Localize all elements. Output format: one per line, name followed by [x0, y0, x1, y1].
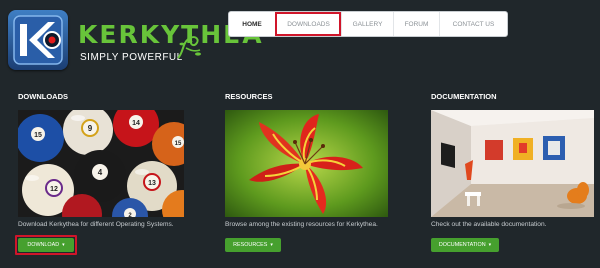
downloads-heading: DOWNLOADS — [18, 92, 68, 101]
ball-number: 4 — [98, 168, 103, 177]
ball-number: 15 — [175, 141, 182, 147]
download-button[interactable]: DOWNLOAD ▾ — [15, 235, 77, 255]
documentation-heading: DOCUMENTATION — [431, 92, 497, 101]
billiard-balls-image[interactable]: 15 9 14 4 12 13 2 15 — [18, 110, 184, 217]
vine-swirl-icon — [177, 36, 201, 59]
flower-illustration — [225, 110, 388, 217]
logo-tagline: SIMPLY POWERFUL — [80, 52, 183, 63]
kerkythea-logo-icon — [8, 10, 68, 70]
ball-number: 9 — [88, 124, 93, 133]
resources-section: RESOURCES Browse among the existing reso… — [225, 92, 393, 268]
resources-button[interactable]: RESOURCES ▾ — [225, 238, 281, 252]
main-nav: HOME DOWNLOADS GALLERY FORUM CONTACT US — [228, 11, 508, 37]
gallery-room-illustration — [431, 110, 594, 217]
download-button-label: DOWNLOAD — [27, 242, 60, 248]
ball-number: 12 — [50, 186, 58, 193]
resources-heading: RESOURCES — [225, 92, 273, 101]
caret-down-icon: ▾ — [62, 242, 65, 248]
caret-down-icon: ▾ — [270, 242, 273, 248]
nav-gallery[interactable]: GALLERY — [341, 12, 393, 36]
documentation-button[interactable]: DOCUMENTATION ▾ — [431, 238, 499, 252]
ball-number: 14 — [132, 120, 140, 127]
caret-down-icon: ▾ — [488, 242, 492, 248]
billiard-balls-illustration: 15 9 14 4 12 13 2 15 — [18, 110, 184, 217]
flower-image[interactable] — [225, 110, 388, 217]
documentation-section: DOCUMENTATION Check out the available do… — [431, 92, 597, 268]
site-logo[interactable]: KERKYTHEA SIMPLY POWERFUL — [4, 6, 262, 74]
ball-number: 15 — [34, 132, 42, 139]
downloads-description: Download Kerkythea for different Operati… — [18, 221, 174, 228]
gallery-room-image[interactable] — [431, 110, 594, 217]
resources-description: Browse among the existing resources for … — [225, 221, 378, 228]
nav-contact-us[interactable]: CONTACT US — [439, 12, 507, 36]
resources-button-label: RESOURCES — [233, 242, 268, 248]
documentation-description: Check out the available documentation. — [431, 221, 547, 228]
documentation-button-label: DOCUMENTATION — [438, 242, 486, 248]
nav-home[interactable]: HOME — [229, 12, 275, 36]
nav-downloads[interactable]: DOWNLOADS — [275, 12, 341, 36]
nav-forum[interactable]: FORUM — [393, 12, 439, 36]
ball-number: 13 — [148, 180, 156, 187]
downloads-section: DOWNLOADS 15 9 14 4 12 13 2 15 Download … — [15, 92, 186, 268]
